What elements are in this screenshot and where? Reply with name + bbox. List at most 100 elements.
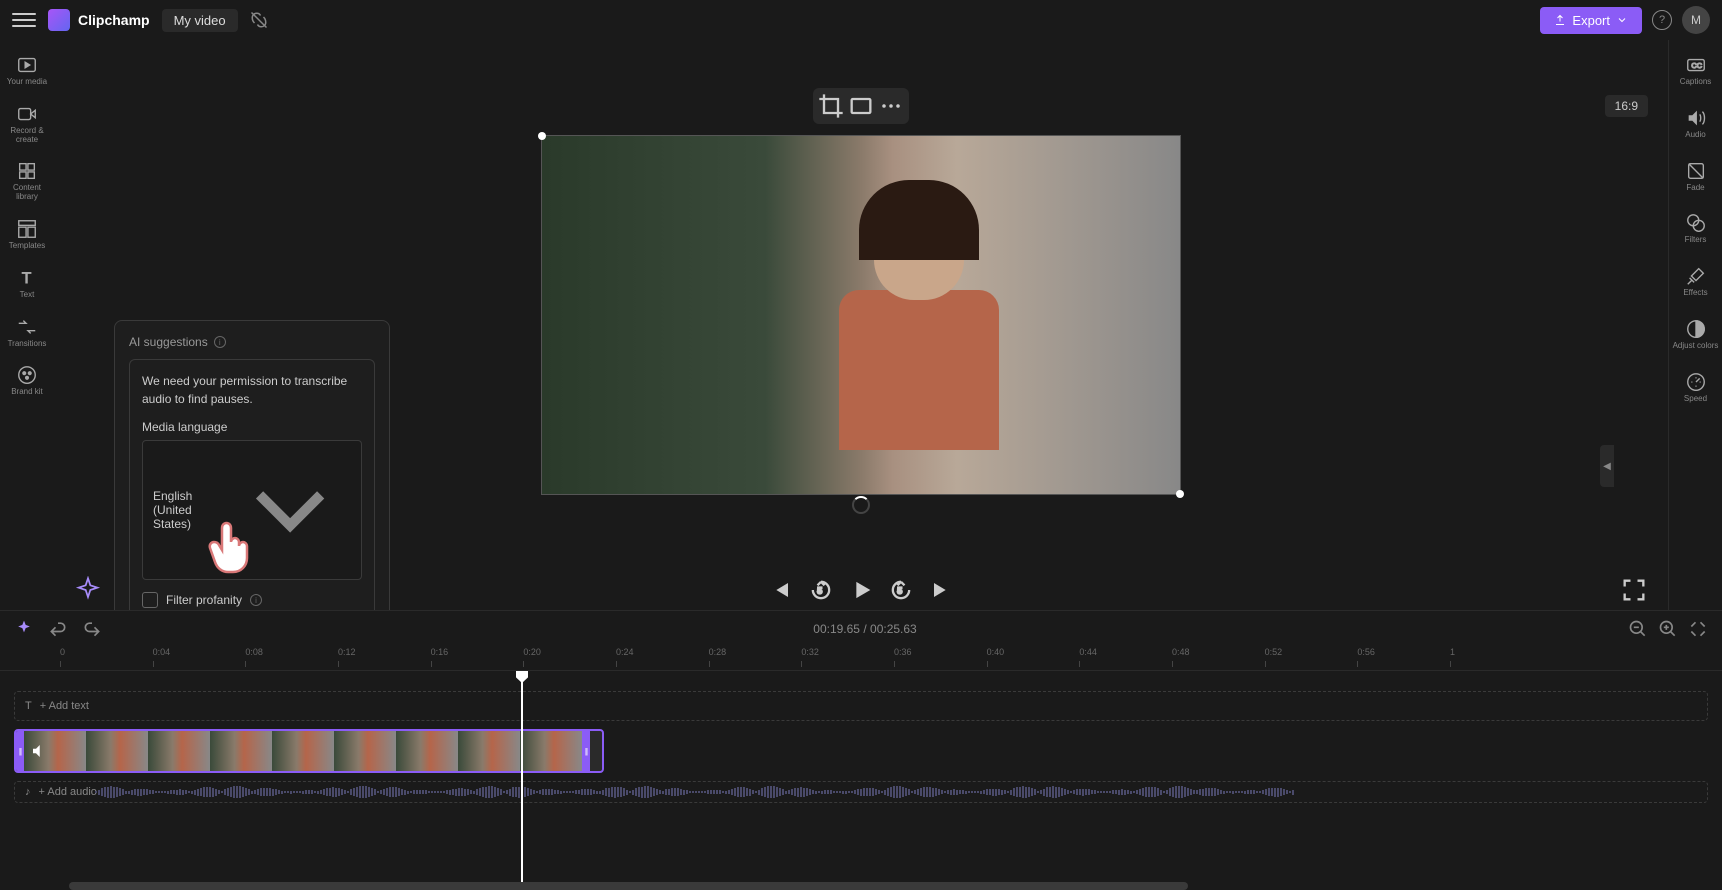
ai-enhance-button[interactable] [74,576,102,604]
nav-captions[interactable]: CC Captions [1672,48,1720,93]
nav-label: Record & create [3,127,51,145]
add-text-label: + Add text [40,700,89,712]
preview-toolbar [813,88,909,124]
skip-forward-button[interactable] [927,576,955,604]
fullscreen-button[interactable] [1620,576,1648,604]
svg-text:5: 5 [898,587,903,596]
nav-fade[interactable]: Fade [1672,154,1720,199]
library-icon [16,160,38,182]
nav-record-create[interactable]: Record & create [3,97,51,151]
captions-icon: CC [1685,54,1707,76]
language-select[interactable]: English (United States) [142,440,362,580]
nav-text[interactable]: T Text [3,261,51,306]
nav-adjust-colors[interactable]: Adjust colors [1672,312,1720,357]
nav-templates[interactable]: Templates [3,212,51,257]
audio-icon [1685,107,1707,129]
zoom-out-button[interactable] [1628,619,1648,639]
zoom-in-button[interactable] [1658,619,1678,639]
transitions-icon [16,316,38,338]
ai-permission-message: We need your permission to transcribe au… [142,372,362,408]
current-time: 00:19.65 [813,622,860,636]
timeline-ruler[interactable]: 00:040:080:120:160:200:240:280:320:360:4… [0,647,1722,671]
ai-popup-title: AI suggestions [129,335,208,349]
templates-icon [16,218,38,240]
timecode-display: 00:19.65 / 00:25.63 [116,622,1614,636]
clip-thumbnail [86,731,148,771]
help-button[interactable]: ? [1652,10,1672,30]
nav-label: Brand kit [11,388,43,397]
nav-content-library[interactable]: Content library [3,154,51,208]
horizontal-scrollbar[interactable] [0,882,1722,890]
nav-your-media[interactable]: Your media [3,48,51,93]
fade-icon [1685,160,1707,182]
nav-label: Captions [1680,78,1712,87]
clip-thumbnail [396,731,458,771]
ruler-tick: 0:56 [1357,647,1375,657]
more-options-button[interactable] [877,92,905,120]
clip-thumbnail [210,731,272,771]
skip-back-button[interactable] [767,576,795,604]
zoom-fit-button[interactable] [1688,619,1708,639]
playhead[interactable] [521,671,523,882]
nav-brand-kit[interactable]: Brand kit [3,358,51,403]
nav-label: Filters [1685,236,1707,245]
ai-suggestions-popup: AI suggestions i We need your permission… [114,320,390,610]
info-icon[interactable]: i [250,594,262,606]
crop-button[interactable] [817,92,845,120]
ruler-tick: 0:36 [894,647,912,657]
ruler-tick: 0:12 [338,647,356,657]
aspect-ratio-selector[interactable]: 16:9 [1605,95,1648,117]
loading-spinner-icon [852,496,870,514]
rewind-button[interactable]: 5 [807,576,835,604]
menu-button[interactable] [12,8,36,32]
ruler-tick: 0:52 [1265,647,1283,657]
text-icon: T [16,267,38,289]
video-clip[interactable] [14,729,604,773]
ruler-tick: 0 [60,647,65,657]
video-preview[interactable] [541,135,1181,495]
nav-label: Adjust colors [1673,342,1719,351]
ruler-tick: 0:44 [1079,647,1097,657]
nav-label: Audio [1685,131,1705,140]
ruler-tick: 0:16 [431,647,449,657]
nav-transitions[interactable]: Transitions [3,310,51,355]
ruler-tick: 0:20 [523,647,541,657]
export-button[interactable]: Export [1540,7,1642,34]
filters-icon [1685,212,1707,234]
clip-thumbnail [458,731,520,771]
nav-filters[interactable]: Filters [1672,206,1720,251]
app-logo[interactable]: Clipchamp [48,9,150,31]
ruler-tick: 0:48 [1172,647,1190,657]
collapse-panel-button[interactable]: ◀ [1600,445,1614,487]
project-title[interactable]: My video [162,9,238,32]
clip-trim-end[interactable] [582,731,590,771]
media-language-label: Media language [142,420,362,434]
clip-thumbnail [272,731,334,771]
sync-status-icon [250,11,268,29]
filter-profanity-checkbox[interactable] [142,592,158,608]
ruler-tick: 0:32 [801,647,819,657]
redo-button[interactable] [82,619,102,639]
fit-button[interactable] [847,92,875,120]
undo-button[interactable] [48,619,68,639]
nav-audio[interactable]: Audio [1672,101,1720,146]
forward-button[interactable]: 5 [887,576,915,604]
nav-speed[interactable]: Speed [1672,365,1720,410]
app-name: Clipchamp [78,12,150,28]
play-button[interactable] [847,576,875,604]
audio-track[interactable]: ♪ + Add audio [14,781,1708,803]
text-track-icon: T [25,700,32,712]
text-track[interactable]: T + Add text [14,691,1708,721]
clip-trim-start[interactable] [16,731,24,771]
ai-timeline-button[interactable] [14,619,34,639]
nav-label: Speed [1684,395,1707,404]
audio-waveform [95,786,1697,798]
info-icon[interactable]: i [214,336,226,348]
adjust-icon [1685,318,1707,340]
mute-icon[interactable] [30,742,48,760]
svg-text:5: 5 [818,587,823,596]
nav-effects[interactable]: Effects [1672,259,1720,304]
brand-icon [16,364,38,386]
user-avatar[interactable]: M [1682,6,1710,34]
clip-thumbnail [148,731,210,771]
